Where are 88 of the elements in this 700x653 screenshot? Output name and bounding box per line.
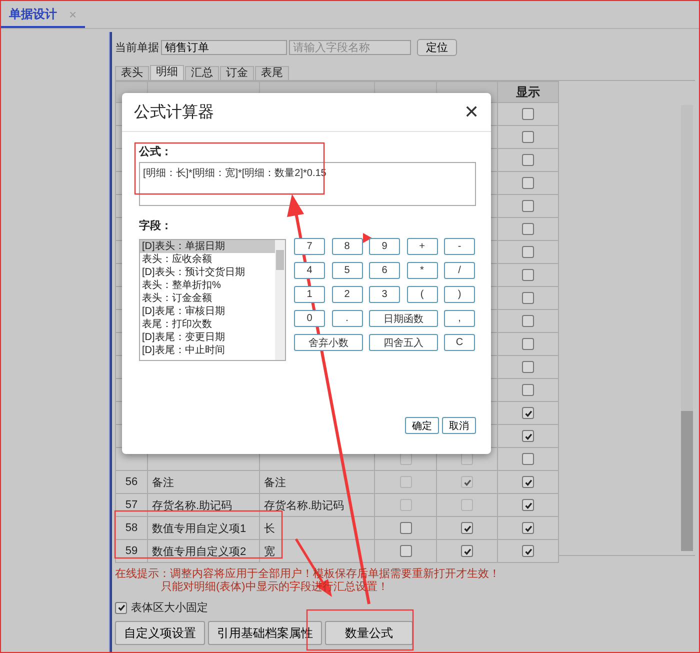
- tab[interactable]: 汇总: [185, 66, 219, 80]
- show-checkbox[interactable]: [522, 522, 534, 534]
- formula-label: 公式：: [139, 144, 173, 159]
- show-checkbox[interactable]: [522, 177, 534, 190]
- keypad-button[interactable]: 0: [294, 310, 325, 327]
- keypad-button[interactable]: 2: [332, 286, 362, 303]
- show-checkbox[interactable]: [522, 407, 534, 420]
- show-checkbox[interactable]: [522, 315, 534, 328]
- editable-checkbox[interactable]: [461, 545, 473, 558]
- display-name: 备注: [264, 476, 286, 488]
- keypad-button[interactable]: 7: [294, 238, 325, 255]
- checkbox-label: 表体区大小固定: [131, 600, 208, 615]
- list-item[interactable]: [D]表尾：审核日期: [140, 305, 275, 318]
- keypad-button[interactable]: 5: [332, 262, 362, 279]
- required-checkbox[interactable]: [400, 545, 412, 558]
- display-name: 宽: [264, 546, 275, 558]
- keypad-button[interactable]: ,: [444, 310, 475, 327]
- field-name: 数值专用自定义项1: [152, 522, 246, 534]
- list-item[interactable]: 表头：订金金额: [140, 292, 275, 305]
- locate-button[interactable]: 定位: [417, 39, 457, 56]
- keypad-button[interactable]: (: [406, 286, 438, 303]
- row-number: 57: [125, 499, 138, 511]
- tab[interactable]: 表尾: [255, 66, 289, 80]
- keypad-button[interactable]: 9: [369, 238, 400, 255]
- row-number: 59: [125, 545, 138, 557]
- show-checkbox[interactable]: [522, 545, 534, 558]
- scrollbar[interactable]: [681, 105, 693, 551]
- display-name: 存货名称.助记码: [264, 500, 344, 512]
- fields-label: 字段：: [139, 218, 173, 233]
- dialog-button[interactable]: 确定: [405, 417, 439, 434]
- dialog-title: 公式计算器: [134, 102, 214, 122]
- list-item[interactable]: [D]表尾：变更日期: [140, 331, 275, 344]
- keypad-button[interactable]: 8: [332, 238, 362, 255]
- keypad-button[interactable]: *: [406, 262, 438, 279]
- keypad-button[interactable]: -: [444, 238, 475, 255]
- keypad-button[interactable]: 日期函数: [369, 310, 438, 327]
- keypad-button[interactable]: +: [406, 238, 438, 255]
- keypad-button[interactable]: C: [444, 334, 475, 351]
- scrollbar[interactable]: [275, 240, 285, 360]
- editable-checkbox[interactable]: [461, 522, 473, 534]
- keypad-button[interactable]: 四舍五入: [369, 334, 438, 351]
- column-header: 显示: [498, 82, 558, 102]
- document-label: 当前单据: [115, 41, 159, 55]
- keypad-button[interactable]: 舍弃小数: [294, 334, 362, 351]
- show-checkbox[interactable]: [522, 108, 534, 120]
- dialog-button[interactable]: 取消: [442, 417, 476, 434]
- show-checkbox[interactable]: [522, 246, 534, 258]
- list-item[interactable]: [D]表头：预计交货日期: [140, 266, 275, 279]
- document-tab[interactable]: 单据设计 ×: [1, 6, 85, 28]
- field-list[interactable]: [D]表头：单据日期 表头：应收余额 [D]表头：预计交货日期 表头：整单折扣% 表头：订金金额 [D]表尾：审核日期 表尾：打印次数 [D]表尾：变更日期 [D]表尾：中止时间: [139, 239, 286, 361]
- show-checkbox[interactable]: [522, 131, 534, 144]
- field-name: 备注: [152, 476, 174, 488]
- action-button[interactable]: 数量公式: [325, 621, 413, 645]
- tab[interactable]: 表头: [115, 66, 149, 80]
- field-name: 数值专用自定义项2: [152, 546, 246, 558]
- show-checkbox[interactable]: [522, 384, 534, 396]
- show-checkbox[interactable]: [522, 154, 534, 166]
- keypad-button[interactable]: ): [444, 286, 475, 303]
- action-button[interactable]: 自定义项设置: [115, 621, 205, 645]
- list-item[interactable]: 表尾：打印次数: [140, 318, 275, 331]
- document-field[interactable]: 销售订单: [161, 40, 287, 55]
- search-field[interactable]: 请输入字段名称: [289, 40, 411, 55]
- keypad-button[interactable]: 3: [369, 286, 400, 303]
- show-checkbox[interactable]: [522, 269, 534, 282]
- required-checkbox[interactable]: [400, 522, 412, 534]
- show-checkbox[interactable]: [522, 430, 534, 442]
- show-checkbox[interactable]: [522, 338, 534, 350]
- list-item[interactable]: [D]表头：单据日期: [140, 240, 275, 253]
- display-name: 长: [264, 522, 275, 534]
- keypad-button[interactable]: 4: [294, 262, 325, 279]
- show-checkbox[interactable]: [522, 292, 534, 304]
- list-item[interactable]: 表头：整单折扣%: [140, 279, 275, 292]
- annotation-marker: [363, 233, 372, 243]
- tab[interactable]: 明细: [150, 65, 184, 80]
- keypad-button[interactable]: /: [444, 262, 475, 279]
- keypad-button[interactable]: .: [332, 310, 362, 327]
- keypad-button[interactable]: 6: [369, 262, 400, 279]
- tab[interactable]: 订金: [220, 66, 254, 80]
- show-checkbox[interactable]: [522, 361, 534, 374]
- keypad-button[interactable]: 1: [294, 286, 325, 303]
- list-item[interactable]: [D]表尾：中止时间: [140, 344, 275, 357]
- field-name: 存货名称.助记码: [152, 500, 232, 512]
- row-number: 58: [125, 522, 138, 534]
- show-checkbox[interactable]: [522, 223, 534, 236]
- list-item[interactable]: 表头：应收余额: [140, 253, 275, 266]
- row-number: 56: [125, 476, 138, 488]
- show-checkbox[interactable]: [522, 200, 534, 212]
- fixed-size-checkbox[interactable]: [115, 602, 127, 614]
